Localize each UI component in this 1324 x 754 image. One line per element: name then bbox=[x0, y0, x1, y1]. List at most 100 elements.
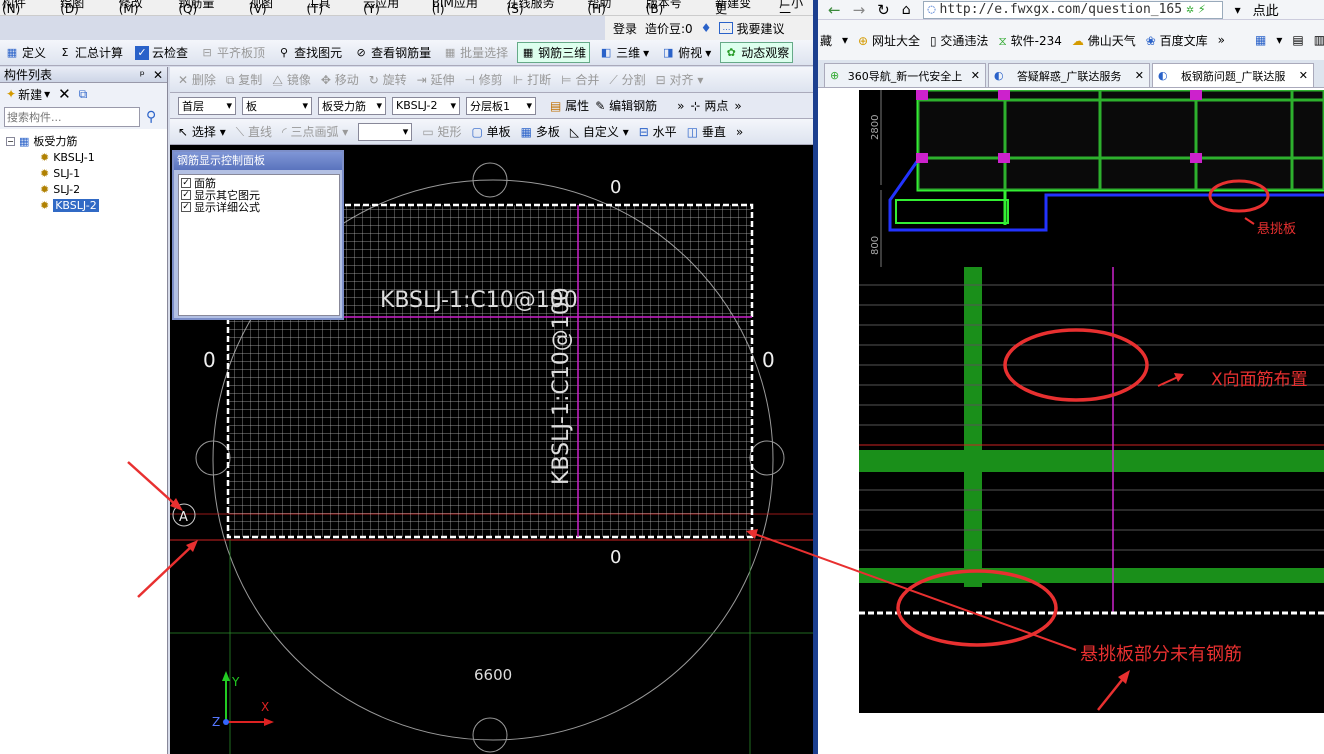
vertical-button[interactable]: ◫ 垂直 bbox=[687, 123, 726, 140]
search-icon[interactable]: ⚲ bbox=[146, 109, 156, 125]
more-icon[interactable]: » bbox=[736, 125, 743, 139]
menu-new-change[interactable]: 新建变更 bbox=[715, 0, 763, 15]
favorite-baidu-wenku[interactable]: ❀ 百度文库 bbox=[1146, 32, 1208, 49]
checkbox-checked[interactable]: ✓ bbox=[181, 178, 191, 188]
chevron-down-icon[interactable]: ▾ bbox=[1235, 3, 1241, 17]
custom-dropdown[interactable]: ◺ 自定义 ▾ bbox=[570, 123, 629, 140]
menu-modify[interactable]: 修改(M) bbox=[119, 0, 163, 15]
home-icon[interactable]: ⌂ bbox=[902, 2, 911, 18]
bell-icon[interactable]: ♦ bbox=[701, 21, 712, 35]
tree-item[interactable]: ✹ SLJ-1 bbox=[6, 165, 161, 181]
close-icon[interactable]: ✕ bbox=[971, 69, 980, 82]
name-select[interactable]: KBSLJ-2 ▾ bbox=[392, 96, 460, 115]
cloud-check-button[interactable]: ✓ 云检查 bbox=[132, 43, 191, 62]
floor-select[interactable]: 首层 ▾ bbox=[178, 96, 236, 115]
control-panel-title[interactable]: 钢筋显示控制面板 bbox=[174, 152, 342, 170]
tab-qa[interactable]: ◐ 答疑解惑_广联达服务 ✕ bbox=[988, 63, 1150, 87]
menu-help[interactable]: 帮助(H) bbox=[587, 0, 629, 15]
favorite-site-nav[interactable]: ⊕ 网址大全 bbox=[858, 32, 920, 49]
chevron-down-icon[interactable]: ▾ bbox=[1276, 33, 1282, 47]
rectangle-button[interactable]: ▭ 矩形 bbox=[422, 123, 461, 140]
shape-select[interactable]: ▾ bbox=[358, 122, 413, 141]
trim-button[interactable]: ⊣ 修剪 bbox=[465, 71, 503, 88]
3d-view-dropdown[interactable]: ◧ 三维 ▾ bbox=[596, 43, 652, 62]
menu-cloud[interactable]: 云应用(Y) bbox=[363, 0, 416, 15]
address-bar[interactable]: ◌ http://e.fwxgx.com/question_165 ✲ ⚡ bbox=[922, 0, 1223, 19]
favorite-software[interactable]: ⧖ 软件-234 bbox=[998, 32, 1062, 49]
delete-icon[interactable]: ✕ bbox=[58, 85, 71, 103]
delete-button[interactable]: ✕ 删除 bbox=[178, 71, 216, 88]
property-button[interactable]: ▤ 属性 bbox=[550, 97, 589, 114]
back-icon[interactable]: ← bbox=[828, 1, 841, 19]
favorites-fragment[interactable]: 藏 bbox=[820, 32, 832, 49]
favorite-traffic[interactable]: ▯ 交通违法 bbox=[930, 32, 988, 49]
menu-draw[interactable]: 绘图(D) bbox=[60, 0, 103, 15]
menu-version[interactable]: 版本号(B) bbox=[646, 0, 699, 15]
new-component-button[interactable]: ✦ 新建 ▾ bbox=[6, 86, 50, 103]
menu-view[interactable]: 视图(V) bbox=[249, 0, 290, 15]
apps-icon[interactable]: ▦ bbox=[1255, 33, 1266, 47]
menu-tools[interactable]: 工具(T) bbox=[307, 0, 348, 15]
book-icon[interactable]: ▤ bbox=[1292, 33, 1303, 47]
menu-assistant[interactable]: 广小二 bbox=[779, 0, 815, 15]
option-show-formula[interactable]: ✓ 显示详细公式 bbox=[181, 201, 337, 214]
select-dropdown[interactable]: ↖ 选择 ▾ bbox=[178, 123, 226, 140]
split-button[interactable]: ⟋ 分割 bbox=[609, 71, 645, 88]
favorite-weather[interactable]: ☁ 佛山天气 bbox=[1072, 32, 1136, 49]
rebar-3d-button[interactable]: ▦ 钢筋三维 bbox=[517, 42, 591, 63]
tab-360-nav[interactable]: ⊕ 360导航_新一代安全上 ✕ bbox=[824, 63, 986, 87]
line-button[interactable]: ⟍ 直线 bbox=[236, 123, 272, 140]
chevron-down-icon[interactable]: ▾ bbox=[842, 33, 848, 47]
click-here-label[interactable]: 点此 bbox=[1253, 0, 1279, 19]
copy-icon[interactable]: ⧉ bbox=[79, 87, 88, 102]
menu-bim[interactable]: BIM应用(I) bbox=[432, 0, 491, 15]
view-handle-right[interactable] bbox=[749, 440, 785, 476]
close-icon[interactable]: ✕ bbox=[153, 68, 163, 82]
move-button[interactable]: ✥ 移动 bbox=[321, 71, 359, 88]
align-slab-top-button[interactable]: ⊟ 平齐板顶 bbox=[197, 43, 268, 62]
tree-item[interactable]: ✹ SLJ-2 bbox=[6, 181, 161, 197]
copy-button[interactable]: ⧉ 复制 bbox=[226, 71, 262, 88]
extend-button[interactable]: ⇥ 延伸 bbox=[417, 71, 455, 88]
top-view-dropdown[interactable]: ◨ 俯视 ▾ bbox=[658, 43, 714, 62]
more-favorites-icon[interactable]: » bbox=[1218, 33, 1225, 47]
component-search-input[interactable] bbox=[4, 107, 140, 127]
layer-select[interactable]: 分层板1 ▾ bbox=[466, 96, 536, 115]
forward-icon[interactable]: → bbox=[853, 1, 866, 19]
align-dropdown[interactable]: ⊟ 对齐 ▾ bbox=[656, 71, 704, 88]
bookmark-icon[interactable]: ▥ bbox=[1314, 33, 1324, 47]
define-button[interactable]: ▦ 定义 bbox=[2, 43, 49, 62]
rotate-button[interactable]: ↻ 旋转 bbox=[369, 71, 407, 88]
close-icon[interactable]: ✕ bbox=[1299, 69, 1308, 82]
checkbox-checked[interactable]: ✓ bbox=[181, 190, 191, 200]
summary-calc-button[interactable]: Σ 汇总计算 bbox=[55, 43, 126, 62]
checkbox-checked[interactable]: ✓ bbox=[181, 202, 191, 212]
refresh-icon[interactable]: ↻ bbox=[877, 1, 890, 19]
single-slab-button[interactable]: ▢ 单板 bbox=[471, 123, 510, 140]
collapse-icon[interactable]: − bbox=[6, 136, 15, 146]
view-handle-bottom[interactable] bbox=[472, 717, 508, 753]
horizontal-button[interactable]: ⊟ 水平 bbox=[639, 123, 677, 140]
menu-rebar-quantity[interactable]: 钢筋量(Q) bbox=[178, 0, 233, 15]
merge-button[interactable]: ⊨ 合并 bbox=[561, 71, 599, 88]
dynamic-view-button[interactable]: ✿ 动态观察 bbox=[720, 42, 794, 63]
login-button[interactable]: 登录 bbox=[613, 20, 637, 37]
subtype-select[interactable]: 板受力筋 ▾ bbox=[318, 96, 386, 115]
multi-slab-button[interactable]: ▦ 多板 bbox=[521, 123, 560, 140]
tree-item-selected[interactable]: ✹ KBSLJ-2 bbox=[6, 197, 161, 213]
tab-slab-rebar-question[interactable]: ◐ 板钢筋问题_广联达服 ✕ bbox=[1152, 63, 1314, 87]
type-select[interactable]: 板 ▾ bbox=[242, 96, 312, 115]
menu-component[interactable]: 构件(N) bbox=[2, 0, 44, 15]
three-point-arc-dropdown[interactable]: ◜ 三点画弧 ▾ bbox=[282, 123, 348, 140]
two-point-button[interactable]: ⊹ 两点 bbox=[690, 97, 728, 114]
menu-online[interactable]: 在线服务(S) bbox=[507, 0, 572, 15]
edit-rebar-button[interactable]: ✎ 编辑钢筋 bbox=[595, 97, 657, 114]
break-button[interactable]: ⊩ 打断 bbox=[513, 71, 551, 88]
tree-item[interactable]: ✹ KBSLJ-1 bbox=[6, 149, 161, 165]
batch-select-button[interactable]: ▦ 批量选择 bbox=[440, 43, 511, 62]
view-rebar-quantity-button[interactable]: ⊘ 查看钢筋量 bbox=[351, 43, 434, 62]
mirror-button[interactable]: ⧋ 镜像 bbox=[272, 71, 311, 88]
tree-root-node[interactable]: − ▦ 板受力筋 bbox=[6, 133, 161, 149]
more-icon[interactable]: » bbox=[734, 99, 741, 113]
pin-icon[interactable]: ᵖ bbox=[140, 68, 145, 82]
